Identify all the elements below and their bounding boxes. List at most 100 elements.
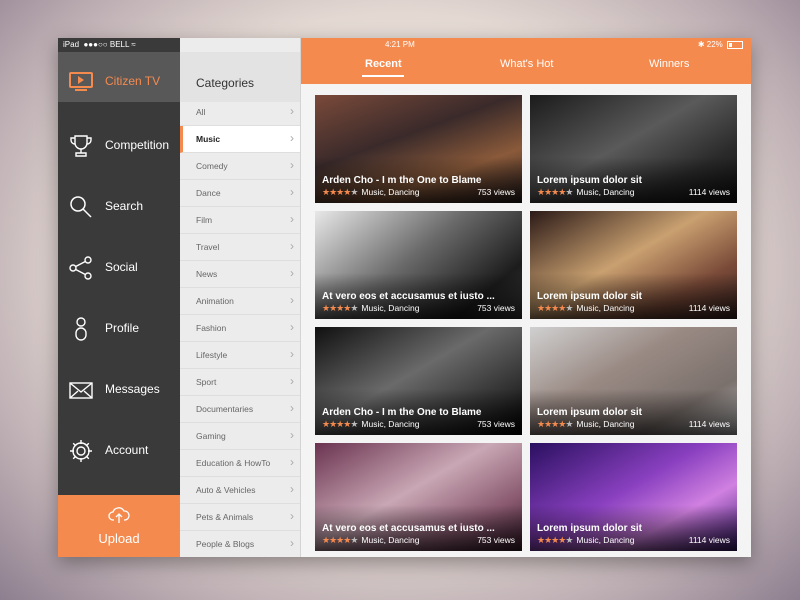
category-label: Film	[196, 215, 213, 225]
star-icon: ★	[565, 187, 573, 197]
mail-icon	[69, 382, 93, 399]
upload-label: Upload	[98, 531, 140, 546]
category-label: Dance	[196, 188, 221, 198]
video-card[interactable]: Arden Cho - I m the One to Blame ★★★★★ Mus…	[315, 95, 522, 203]
rating-stars: ★★★★★	[537, 419, 573, 429]
chevron-right-icon: ›	[290, 131, 294, 145]
video-card[interactable]: At vero eos et accusamus et iusto ... ★★★…	[315, 443, 522, 551]
category-item-fashion[interactable]: Fashion ›	[180, 315, 300, 342]
category-item-documentaries[interactable]: Documentaries ›	[180, 396, 300, 423]
nav-item-profile[interactable]: Profile	[58, 308, 180, 348]
category-item-comedy[interactable]: Comedy ›	[180, 153, 300, 180]
chevron-right-icon: ›	[290, 185, 294, 199]
nav-label: Messages	[105, 382, 160, 396]
nav-label: Account	[105, 443, 149, 457]
category-item-travel[interactable]: Travel ›	[180, 234, 300, 261]
category-item-news[interactable]: News ›	[180, 261, 300, 288]
search-icon	[70, 196, 92, 218]
video-meta: ★★★★★ Music, Dancing 753 views	[322, 419, 515, 430]
video-genre: Music, Dancing	[576, 187, 635, 197]
category-label: Gaming	[196, 431, 226, 441]
nav-label: Search	[105, 199, 144, 213]
video-card[interactable]: Arden Cho - I m the One to Blame ★★★★★ Mus…	[315, 327, 522, 435]
chevron-right-icon: ›	[290, 266, 294, 280]
chevron-right-icon: ›	[290, 455, 294, 469]
chevron-right-icon: ›	[290, 428, 294, 442]
tab-whats-hot[interactable]: What's Hot	[500, 58, 553, 70]
video-title: Lorem ipsum dolor sit	[537, 291, 643, 302]
category-item-dance[interactable]: Dance ›	[180, 180, 300, 207]
chevron-right-icon: ›	[290, 509, 294, 523]
category-item-animation[interactable]: Animation ›	[180, 288, 300, 315]
nav-label: Social	[105, 260, 138, 274]
category-label: Animation	[196, 296, 234, 306]
star-icon: ★	[565, 419, 573, 429]
video-card[interactable]: At vero eos et accusamus et iusto ... ★★★…	[315, 211, 522, 319]
view-count: 753 views	[477, 535, 515, 545]
rating-stars: ★★★★★	[322, 419, 358, 429]
chevron-right-icon: ›	[290, 320, 294, 334]
share-icon	[69, 256, 92, 280]
nav-item-citizen-tv[interactable]: Citizen TV	[58, 52, 188, 102]
video-meta: ★★★★★ Music, Dancing 1114 views	[537, 187, 730, 198]
clock: 4:21 PM	[385, 40, 415, 49]
video-card[interactable]: Lorem ipsum dolor sit ★★★★★ Music, Dancing…	[530, 95, 737, 203]
chevron-right-icon: ›	[290, 401, 294, 415]
rating-stars: ★★★★★	[537, 535, 573, 545]
main-nav: Citizen TV Competition Search Social Pro…	[58, 38, 188, 557]
chevron-right-icon: ›	[290, 158, 294, 172]
video-card[interactable]: Lorem ipsum dolor sit ★★★★★ Music, Dancing…	[530, 327, 737, 435]
category-item-film[interactable]: Film ›	[180, 207, 300, 234]
device-label: iPad	[63, 40, 80, 49]
upload-button[interactable]: Upload	[58, 495, 180, 557]
tab-winners[interactable]: Winners	[649, 58, 689, 70]
view-count: 1114 views	[688, 187, 730, 197]
chevron-right-icon: ›	[290, 536, 294, 550]
categories-panel: Categories All › Music › Comedy › Dance › Film › T…	[180, 38, 301, 557]
chevron-right-icon: ›	[290, 239, 294, 253]
video-meta: ★★★★★ Music, Dancing 753 views	[322, 187, 515, 198]
category-label: Documentaries	[196, 404, 254, 414]
category-label: All	[196, 107, 206, 117]
video-card[interactable]: Lorem ipsum dolor sit ★★★★★ Music, Dancing…	[530, 443, 737, 551]
tab-recent[interactable]: Recent	[365, 58, 402, 70]
category-item-auto-vehicles[interactable]: Auto & Vehicles ›	[180, 477, 300, 504]
category-item-people-blogs[interactable]: People & Blogs ›	[180, 531, 300, 557]
category-item-all[interactable]: All ›	[180, 99, 300, 126]
category-label: Education & HowTo	[196, 458, 271, 468]
category-item-education-howto[interactable]: Education & HowTo ›	[180, 450, 300, 477]
category-label: Fashion	[196, 323, 227, 333]
category-item-lifestyle[interactable]: Lifestyle ›	[180, 342, 300, 369]
profile-icon	[75, 317, 87, 341]
categories-title: Categories	[196, 76, 255, 90]
category-item-pets-animals[interactable]: Pets & Animals ›	[180, 504, 300, 531]
star-icon: ★	[565, 535, 573, 545]
nav-item-messages[interactable]: Messages	[58, 369, 180, 409]
view-count: 753 views	[477, 187, 515, 197]
ipad-screen: iPad ●●●○○ BELL ≈ 4:21 PM ✱ 22% Citizen …	[58, 38, 751, 557]
nav-item-search[interactable]: Search	[58, 186, 180, 226]
category-item-gaming[interactable]: Gaming ›	[180, 423, 300, 450]
chevron-right-icon: ›	[290, 347, 294, 361]
category-label: Lifestyle	[196, 350, 228, 360]
star-icon: ★	[350, 187, 358, 197]
category-item-sport[interactable]: Sport ›	[180, 369, 300, 396]
video-genre: Music, Dancing	[361, 303, 420, 313]
view-count: 1114 views	[688, 419, 730, 429]
nav-item-competition[interactable]: Competition	[58, 125, 180, 165]
battery-percent: 22%	[706, 40, 723, 49]
nav-item-social[interactable]: Social	[58, 247, 180, 287]
video-meta: ★★★★★ Music, Dancing 1114 views	[537, 419, 730, 430]
category-item-music[interactable]: Music ›	[180, 126, 300, 153]
video-genre: Music, Dancing	[576, 303, 635, 313]
video-title: Lorem ipsum dolor sit	[537, 523, 643, 534]
video-title: Lorem ipsum dolor sit	[537, 407, 643, 418]
video-genre: Music, Dancing	[361, 419, 420, 429]
nav-label: Competition	[105, 138, 170, 152]
category-label: Comedy	[196, 161, 228, 171]
rating-stars: ★★★★★	[322, 303, 358, 313]
nav-item-account[interactable]: Account	[58, 430, 180, 470]
category-label: Pets & Animals	[196, 512, 254, 522]
video-card[interactable]: Lorem ipsum dolor sit ★★★★★ Music, Dancing…	[530, 211, 737, 319]
star-icon: ★	[350, 419, 358, 429]
